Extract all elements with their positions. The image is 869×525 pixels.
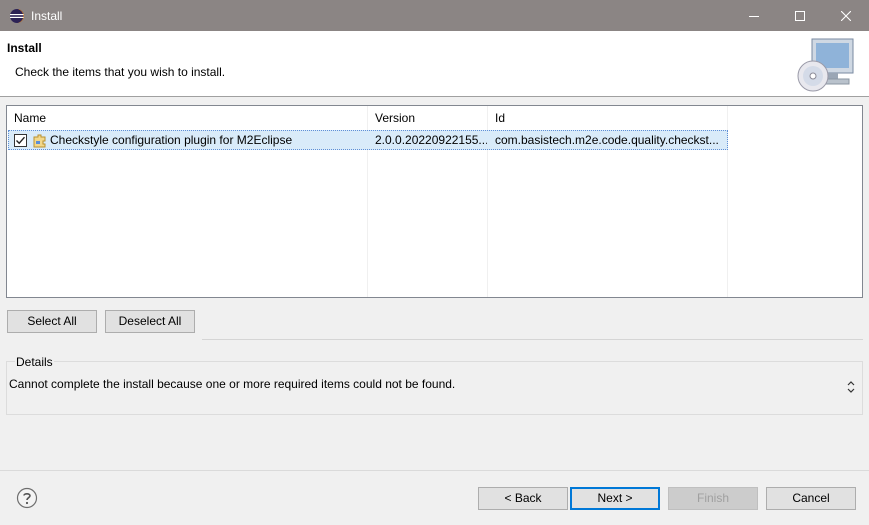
maximize-button[interactable] [777,0,823,31]
row-checkbox[interactable] [14,134,27,147]
page-description: Check the items that you wish to install… [15,65,226,79]
next-button[interactable]: Next > [570,487,660,510]
close-button[interactable] [823,0,869,31]
maximize-icon [795,10,805,21]
install-computer-cd-icon [797,38,854,92]
title-bar[interactable]: Install [0,0,869,31]
checkmark-icon [16,136,26,145]
footer-separator [0,470,869,471]
table-row[interactable]: Checkstyle configuration plugin for M2Ec… [8,130,728,150]
back-button[interactable]: < Back [478,487,568,510]
minimize-button[interactable] [731,0,777,31]
minimize-icon [749,15,759,17]
eclipse-icon [10,8,24,23]
help-icon[interactable] [16,487,38,509]
close-icon [841,10,851,21]
column-header-id[interactable]: Id [488,106,728,130]
select-all-button[interactable]: Select All [7,310,97,333]
separator [202,339,863,340]
window-title: Install [31,8,63,23]
row-version: 2.0.0.20220922155... [375,133,487,147]
column-header-version[interactable]: Version [368,106,488,130]
deselect-all-button[interactable]: Deselect All [105,310,195,333]
column-header-name[interactable]: Name [7,106,368,130]
details-text: Cannot complete the install because one … [9,377,456,391]
row-id: com.basistech.m2e.code.quality.checkst..… [495,133,719,147]
wizard-header: Install Check the items that you wish to… [0,31,869,97]
cancel-button[interactable]: Cancel [766,487,856,510]
row-name: Checkstyle configuration plugin for M2Ec… [50,133,293,147]
plugin-icon [33,134,46,148]
details-label: Details [15,355,54,369]
page-title: Install [7,41,42,55]
scroll-arrows-icon[interactable] [845,379,857,395]
install-items-table[interactable]: Name Version Id Checkstyle configuration… [6,105,863,298]
finish-button[interactable]: Finish [668,487,758,510]
